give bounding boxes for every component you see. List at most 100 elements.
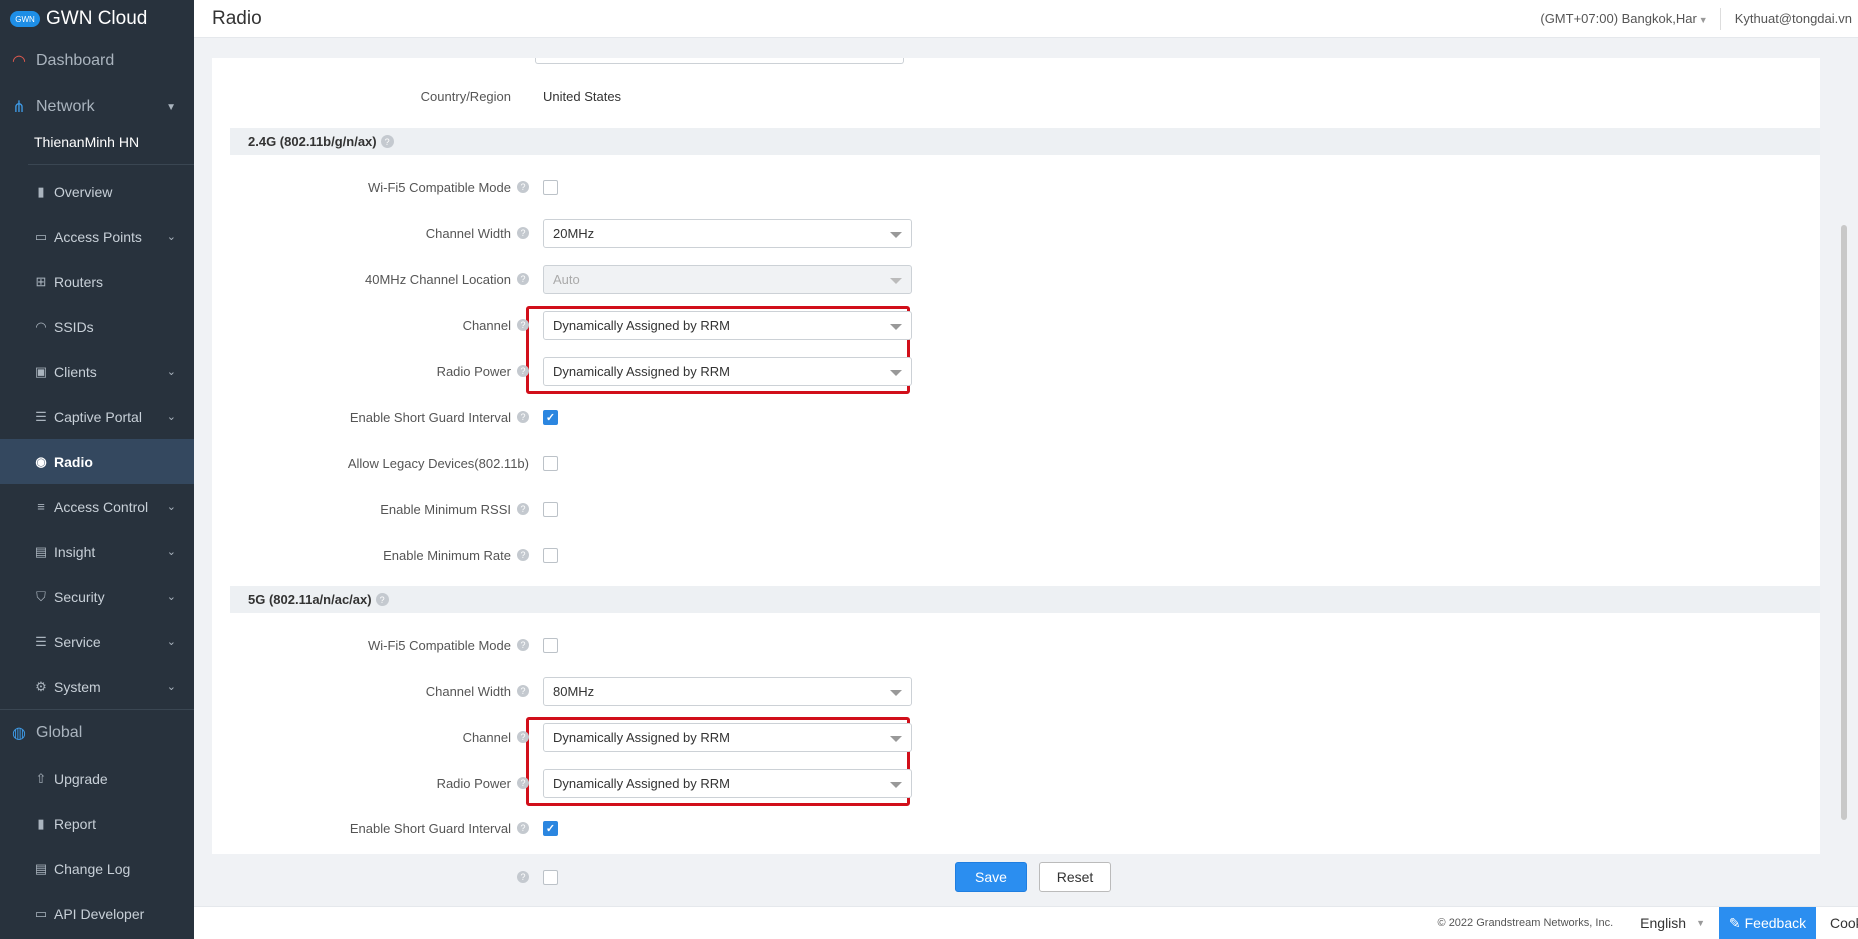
sidebar: GWN GWN Cloud ◠ Dashboard ⋔ Network ▼ Th… — [0, 0, 194, 939]
save-button[interactable]: Save — [955, 862, 1027, 892]
help-icon[interactable]: ? — [517, 731, 529, 743]
width-24-row: Channel Width ? 20MHz — [212, 218, 912, 248]
radio-settings-panel: Country/Region United States 2.4G (802.1… — [212, 58, 1820, 854]
sgi-5-checkbox[interactable]: ✓ — [543, 820, 558, 836]
network-icon: ⋔ — [12, 99, 26, 116]
help-icon[interactable]: ? — [517, 319, 529, 331]
language-selector[interactable]: English — [1640, 915, 1696, 931]
sidebar-item-insight[interactable]: ▤ Insight ⌄ — [0, 529, 194, 574]
caret-down-icon: ▼ — [1696, 918, 1705, 928]
wifi5-24-row: Wi-Fi5 Compatible Mode ? — [212, 172, 912, 202]
select-value: 80MHz — [553, 683, 595, 699]
wifi-icon: ◠ — [35, 318, 47, 334]
top-header: Radio (GMT+07:00) Bangkok,Har ▼ Kythuat@t… — [194, 0, 1858, 38]
partial-row-checkbox[interactable] — [543, 869, 558, 885]
select-value: Dynamically Assigned by RRM — [553, 317, 731, 333]
cookie-link[interactable]: Cookie — [1816, 915, 1858, 931]
partial-input-field[interactable] — [535, 58, 904, 64]
nav-network[interactable]: ⋔ Network ▼ — [0, 84, 194, 130]
channel-24-select[interactable]: Dynamically Assigned by RRM — [543, 310, 912, 340]
location-24-label: 40MHz Channel Location — [365, 271, 511, 287]
sidebar-item-api-developer[interactable]: ▭ API Developer — [0, 891, 194, 936]
access-point-icon: ▭ — [34, 228, 48, 244]
chevron-down-icon: ⌄ — [166, 366, 176, 378]
sidebar-item-ssids[interactable]: ◠ SSIDs — [0, 304, 194, 349]
chevron-down-icon: ⌄ — [166, 591, 176, 603]
caret-down-icon — [890, 323, 902, 330]
sidebar-item-label: Radio — [54, 453, 93, 470]
help-icon[interactable]: ? — [517, 871, 529, 883]
copyright: © 2022 Grandstream Networks, Inc. — [1437, 917, 1614, 929]
rate-24-checkbox[interactable] — [543, 547, 558, 563]
wifi5-24-label: Wi-Fi5 Compatible Mode — [367, 179, 511, 195]
nav-global[interactable]: ◍ Global — [0, 710, 194, 756]
help-icon[interactable]: ? — [517, 639, 529, 651]
help-icon[interactable]: ? — [517, 549, 529, 561]
sidebar-item-report[interactable]: ▮ Report — [0, 801, 194, 846]
wifi5-5-checkbox[interactable] — [543, 637, 558, 653]
sidebar-item-label: SSIDs — [54, 318, 94, 335]
user-account[interactable]: Kythuat@tongdai.vn — [1721, 11, 1858, 26]
caret-down-icon: ▼ — [166, 101, 176, 113]
timezone-selector[interactable]: (GMT+07:00) Bangkok,Har ▼ — [1540, 11, 1719, 26]
help-icon[interactable]: ? — [517, 822, 529, 834]
section-24g-title: 2.4G (802.11b/g/n/ax) — [248, 134, 377, 149]
help-icon[interactable]: ? — [517, 181, 529, 193]
edit-icon: ✎ — [1728, 914, 1741, 931]
sidebar-item-security[interactable]: ⛉ Security ⌄ — [0, 574, 194, 619]
upgrade-icon: ⇧ — [35, 770, 47, 786]
location-24-row: 40MHz Channel Location ? Auto — [212, 264, 912, 294]
sidebar-item-captive-portal[interactable]: ☰ Captive Portal ⌄ — [0, 394, 194, 439]
wifi5-24-checkbox[interactable] — [543, 179, 558, 195]
sidebar-item-overview[interactable]: ▮ Overview — [0, 169, 194, 214]
nav-dashboard[interactable]: ◠ Dashboard — [0, 38, 194, 84]
rssi-24-label: Enable Minimum RSSI — [380, 501, 511, 517]
gwn-logo-icon: GWN — [10, 11, 40, 27]
sidebar-item-clients[interactable]: ▣ Clients ⌄ — [0, 349, 194, 394]
sliders-icon: ≡ — [37, 499, 45, 514]
sidebar-item-label: Insight — [54, 543, 96, 560]
rate-24-row: Enable Minimum Rate ? — [212, 540, 912, 570]
rssi-24-row: Enable Minimum RSSI ? — [212, 494, 912, 524]
feedback-button[interactable]: ✎ Feedback — [1719, 906, 1816, 939]
sgi-24-checkbox[interactable]: ✓ — [543, 409, 558, 425]
help-icon[interactable]: ? — [517, 685, 529, 697]
chevron-down-icon: ⌄ — [166, 501, 176, 513]
sidebar-item-service[interactable]: ☰ Service ⌄ — [0, 619, 194, 664]
radio-power-24-select[interactable]: Dynamically Assigned by RRM — [543, 356, 912, 386]
select-value: Dynamically Assigned by RRM — [553, 363, 731, 379]
reset-button[interactable]: Reset — [1039, 862, 1111, 892]
channel-width-24-select[interactable]: 20MHz — [543, 218, 912, 248]
help-icon[interactable]: ? — [517, 365, 529, 377]
power-5-label: Radio Power — [436, 775, 511, 791]
sidebar-item-access-points[interactable]: ▭ Access Points ⌄ — [0, 214, 194, 259]
help-icon[interactable]: ? — [375, 593, 389, 606]
sidebar-item-system[interactable]: ⚙ System ⌄ — [0, 664, 194, 709]
api-icon: ▭ — [34, 905, 48, 921]
scrollbar[interactable] — [1841, 225, 1847, 820]
network-name[interactable]: ThienanMinh HN — [0, 130, 194, 154]
sidebar-item-label: Upgrade — [54, 770, 108, 787]
sidebar-item-routers[interactable]: ⊞ Routers — [0, 259, 194, 304]
sidebar-item-upgrade[interactable]: ⇧ Upgrade — [0, 756, 194, 801]
help-icon[interactable]: ? — [517, 411, 529, 423]
bar-chart-icon: ▮ — [37, 183, 45, 199]
country-value: United States — [543, 88, 622, 104]
radio-power-5-select[interactable]: Dynamically Assigned by RRM — [543, 768, 912, 798]
wifi5-5-label: Wi-Fi5 Compatible Mode — [367, 637, 511, 653]
help-icon[interactable]: ? — [517, 273, 529, 285]
channel-width-5-select[interactable]: 80MHz — [543, 676, 912, 706]
help-icon[interactable]: ? — [517, 777, 529, 789]
help-icon[interactable]: ? — [517, 227, 529, 239]
legacy-24-checkbox[interactable] — [543, 455, 558, 471]
rssi-24-checkbox[interactable] — [543, 501, 558, 517]
brand[interactable]: GWN GWN Cloud — [0, 0, 194, 38]
gear-icon: ⚙ — [35, 678, 47, 694]
radio-icon: ◉ — [35, 453, 47, 469]
sidebar-item-access-control[interactable]: ≡ Access Control ⌄ — [0, 484, 194, 529]
help-icon[interactable]: ? — [380, 135, 394, 148]
channel-5-select[interactable]: Dynamically Assigned by RRM — [543, 722, 912, 752]
help-icon[interactable]: ? — [517, 503, 529, 515]
caret-down-icon — [890, 735, 902, 742]
sidebar-item-radio[interactable]: ◉ Radio — [0, 439, 194, 484]
